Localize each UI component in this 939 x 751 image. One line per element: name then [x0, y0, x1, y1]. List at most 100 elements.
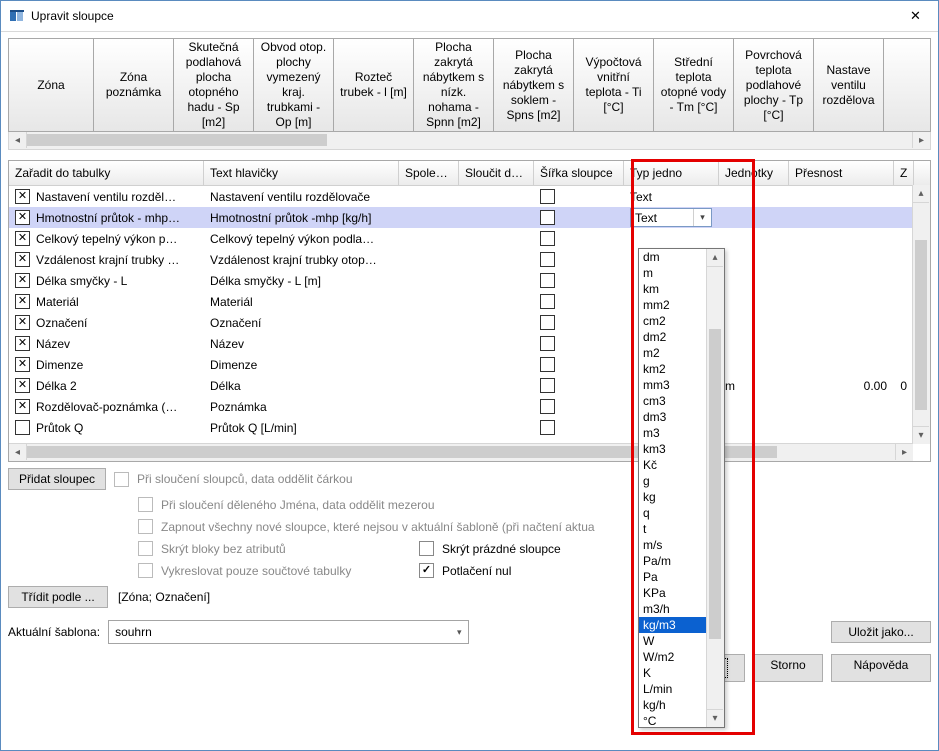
cell-units[interactable]: m: [719, 379, 789, 393]
dropdown-item[interactable]: km3: [639, 441, 707, 457]
scroll-left-icon[interactable]: ◂: [9, 132, 27, 148]
dropdown-item[interactable]: cm3: [639, 393, 707, 409]
checkbox-width[interactable]: [540, 189, 555, 204]
table-row[interactable]: NázevNázev: [9, 333, 930, 354]
cell-width[interactable]: [534, 294, 624, 309]
cell-width[interactable]: [534, 336, 624, 351]
table-row[interactable]: Délka smyčky - LDélka smyčky - L [m]: [9, 270, 930, 291]
template-combo[interactable]: souhrn ▾: [108, 620, 468, 644]
dropdown-item[interactable]: mm3: [639, 377, 707, 393]
cell-include[interactable]: Vzdálenost krajní trubky …: [9, 252, 204, 267]
top-header-cell[interactable]: Výpočtová vnitřní teplota - Ti [°C]: [574, 39, 654, 131]
cell-width[interactable]: [534, 273, 624, 288]
cell-include[interactable]: Dimenze: [9, 357, 204, 372]
dropdown-item[interactable]: KPa: [639, 585, 707, 601]
top-header-cell[interactable]: Skutečná podlahová plocha otopného hadu …: [174, 39, 254, 131]
scroll-left-icon[interactable]: ◂: [9, 444, 27, 460]
checkbox-width[interactable]: [540, 399, 555, 414]
column-header-cell[interactable]: Šířka sloupce: [534, 161, 624, 185]
checkbox-width[interactable]: [540, 294, 555, 309]
cell-type-unit[interactable]: Text: [624, 190, 719, 204]
dropdown-item[interactable]: kg/m3: [639, 617, 707, 633]
column-header-cell[interactable]: Přesnost: [789, 161, 894, 185]
checkbox-include[interactable]: [15, 294, 30, 309]
scroll-right-icon[interactable]: ▸: [895, 444, 913, 460]
cell-width[interactable]: [534, 357, 624, 372]
cell-header-text[interactable]: Délka: [204, 379, 399, 393]
cell-include[interactable]: Materiál: [9, 294, 204, 309]
table-row[interactable]: Rozdělovač-poznámka (…Poznámka: [9, 396, 930, 417]
top-header-cell[interactable]: Střední teplota otopné vody - Tm [°C]: [654, 39, 734, 131]
dropdown-item[interactable]: L/min: [639, 681, 707, 697]
table-row[interactable]: Nastavení ventilu rozděl…Nastavení venti…: [9, 186, 930, 207]
scroll-thumb[interactable]: [709, 329, 721, 639]
cell-width[interactable]: [534, 399, 624, 414]
dropdown-item[interactable]: kg: [639, 489, 707, 505]
dropdown-item[interactable]: m: [639, 265, 707, 281]
top-horizontal-scrollbar[interactable]: ◂ ▸: [8, 132, 931, 150]
columns-table-header[interactable]: Zařadit do tabulkyText hlavičkySpole…Slo…: [9, 161, 930, 186]
top-header-cell[interactable]: Rozteč trubek - l [m]: [334, 39, 414, 131]
sort-by-button[interactable]: Třídit podle ...: [8, 586, 108, 608]
dropdown-item[interactable]: m3: [639, 425, 707, 441]
cell-width[interactable]: [534, 231, 624, 246]
cell-include[interactable]: Délka smyčky - L: [9, 273, 204, 288]
scroll-thumb[interactable]: [915, 240, 927, 410]
dropdown-item[interactable]: Pa: [639, 569, 707, 585]
chevron-down-icon[interactable]: ▾: [693, 209, 711, 226]
column-header-cell[interactable]: Zařadit do tabulky: [9, 161, 204, 185]
dropdown-item[interactable]: dm3: [639, 409, 707, 425]
scroll-down-icon[interactable]: ▾: [913, 426, 929, 444]
cell-include[interactable]: Celkový tepelný výkon p…: [9, 231, 204, 246]
cell-header-text[interactable]: Dimenze: [204, 358, 399, 372]
cell-include[interactable]: Označení: [9, 315, 204, 330]
cell-header-text[interactable]: Průtok Q [L/min]: [204, 421, 399, 435]
dropdown-item[interactable]: W: [639, 633, 707, 649]
cell-include[interactable]: Průtok Q: [9, 420, 204, 435]
close-button[interactable]: ✕: [893, 1, 938, 31]
dropdown-item[interactable]: m3/h: [639, 601, 707, 617]
dropdown-item[interactable]: Kč: [639, 457, 707, 473]
column-header-cell[interactable]: Z: [894, 161, 914, 185]
dropdown-item[interactable]: dm2: [639, 329, 707, 345]
scroll-down-icon[interactable]: ▾: [707, 709, 723, 727]
table-row[interactable]: Celkový tepelný výkon p…Celkový tepelný …: [9, 228, 930, 249]
checkbox-width[interactable]: [540, 378, 555, 393]
dropdown-item[interactable]: W/m2: [639, 649, 707, 665]
help-button[interactable]: Nápověda: [831, 654, 931, 682]
checkbox-include[interactable]: [15, 231, 30, 246]
dropdown-item[interactable]: cm2: [639, 313, 707, 329]
top-header-cell[interactable]: Zóna poznámka: [94, 39, 174, 131]
cancel-button[interactable]: Storno: [753, 654, 823, 682]
scroll-up-icon[interactable]: ▴: [913, 185, 929, 203]
checkbox-hide-empty[interactable]: [419, 541, 434, 556]
column-header-cell[interactable]: Spole…: [399, 161, 459, 185]
cell-width[interactable]: [534, 420, 624, 435]
checkbox-include[interactable]: [15, 420, 30, 435]
checkbox-include[interactable]: [15, 210, 30, 225]
top-header-cell[interactable]: Obvod otop. plochy vymezený kraj. trubka…: [254, 39, 334, 131]
column-header-cell[interactable]: Sloučit d…: [459, 161, 534, 185]
table-row[interactable]: Délka 2Délkam0.000: [9, 375, 930, 396]
table-row[interactable]: MateriálMateriál: [9, 291, 930, 312]
cell-include[interactable]: Nastavení ventilu rozděl…: [9, 189, 204, 204]
checkbox-width[interactable]: [540, 357, 555, 372]
checkbox-suppress-zero[interactable]: [419, 563, 434, 578]
cell-header-text[interactable]: Materiál: [204, 295, 399, 309]
dropdown-item[interactable]: °C: [639, 713, 707, 729]
top-header-cell[interactable]: Plocha zakrytá nábytkem s soklem - Spns …: [494, 39, 574, 131]
dropdown-item[interactable]: kg/h: [639, 697, 707, 713]
checkbox-include[interactable]: [15, 357, 30, 372]
dropdown-item[interactable]: Pa/m: [639, 553, 707, 569]
checkbox-width[interactable]: [540, 273, 555, 288]
checkbox-width[interactable]: [540, 420, 555, 435]
cell-width[interactable]: [534, 252, 624, 267]
cell-precision[interactable]: 0.00: [789, 379, 894, 393]
cell-width[interactable]: [534, 189, 624, 204]
checkbox-include[interactable]: [15, 252, 30, 267]
cell-z[interactable]: 0: [894, 379, 914, 393]
table-row[interactable]: Hmotnostní průtok - mhp…Hmotnostní průto…: [9, 207, 930, 228]
checkbox-include[interactable]: [15, 378, 30, 393]
cell-type-unit[interactable]: Text▾: [624, 208, 719, 227]
cell-header-text[interactable]: Délka smyčky - L [m]: [204, 274, 399, 288]
